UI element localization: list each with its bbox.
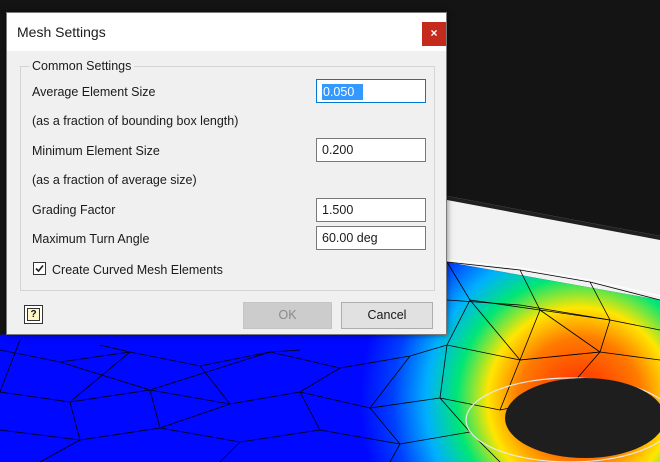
avg-element-size-label: Average Element Size: [32, 85, 156, 99]
dialog-title: Mesh Settings: [17, 24, 106, 40]
min-element-size-label: Minimum Element Size: [32, 144, 160, 158]
model-hole: [505, 378, 660, 458]
curved-mesh-label[interactable]: Create Curved Mesh Elements: [52, 263, 223, 277]
dialog-titlebar[interactable]: Mesh Settings ×: [7, 13, 446, 51]
group-title: Common Settings: [29, 59, 135, 73]
min-element-size-input[interactable]: [316, 138, 426, 162]
help-icon[interactable]: ?: [24, 305, 43, 324]
ok-button[interactable]: OK: [243, 302, 332, 329]
avg-element-size-selection: 0.050: [322, 84, 363, 100]
grading-factor-label: Grading Factor: [32, 203, 116, 217]
close-icon[interactable]: ×: [422, 22, 446, 46]
curved-mesh-checkbox[interactable]: [33, 262, 46, 275]
max-turn-angle-label: Maximum Turn Angle: [32, 232, 150, 246]
avg-element-size-note: (as a fraction of bounding box length): [32, 114, 239, 128]
cancel-button[interactable]: Cancel: [341, 302, 433, 329]
grading-factor-input[interactable]: [316, 198, 426, 222]
mesh-settings-dialog: Mesh Settings × Common Settings Average …: [6, 12, 447, 335]
checkmark-icon: [35, 264, 44, 273]
help-icon-glyph: ?: [27, 308, 40, 321]
max-turn-angle-input[interactable]: [316, 226, 426, 250]
min-element-size-note: (as a fraction of average size): [32, 173, 197, 187]
